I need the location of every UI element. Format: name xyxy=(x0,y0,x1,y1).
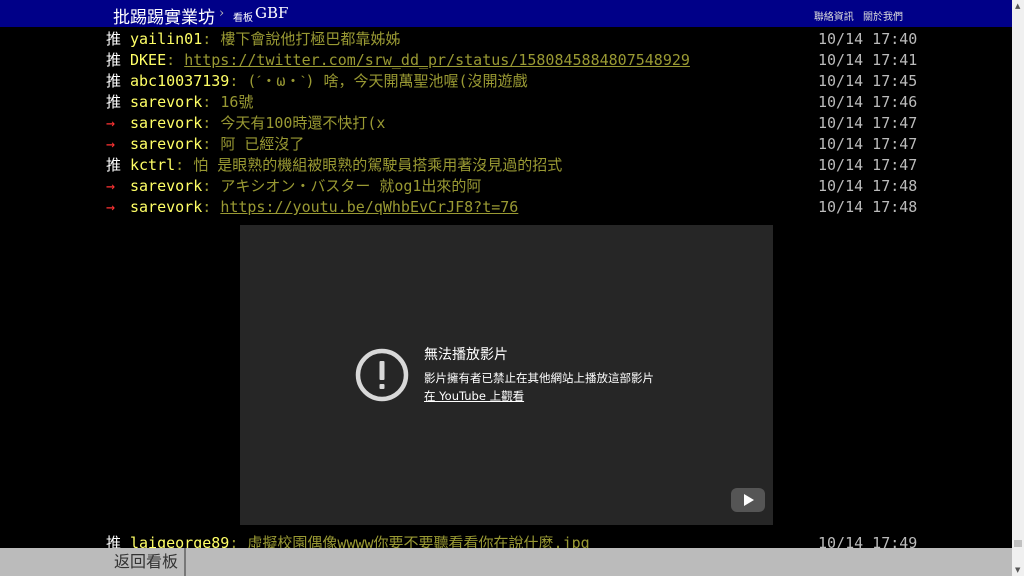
scroll-down-arrow-icon[interactable]: ▼ xyxy=(1015,566,1020,574)
push-tag: → xyxy=(106,198,116,216)
comment-content: 阿 已經沒了 xyxy=(220,135,305,153)
push-tag: 推 xyxy=(106,156,122,174)
comment-user: DKEE xyxy=(130,51,167,69)
about-link[interactable]: 關於我們 xyxy=(863,12,903,23)
push-tag: 推 xyxy=(106,30,122,48)
comment-user-and-content: sarevork: 今天有100時還不快打(x xyxy=(130,114,386,132)
comment-time: 10/14 17:40 xyxy=(818,30,918,48)
comment-user-and-content: DKEE: https://twitter.com/srw_dd_pr/stat… xyxy=(130,51,690,69)
comment-row: → sarevork: 阿 已經沒了 10/14 17:47 xyxy=(0,134,1012,155)
video-error-title: 無法播放影片 xyxy=(424,347,508,363)
push-tag: 推 xyxy=(106,51,122,69)
back-to-board-button[interactable]: 返回看板 xyxy=(108,548,186,576)
site-title-link[interactable]: 批踢踢實業坊 xyxy=(113,3,215,28)
comment-content: アキシオン・バスター 就og1出來的阿 xyxy=(220,177,482,195)
board-name-link[interactable]: GBF xyxy=(255,4,288,22)
push-tag: → xyxy=(106,114,116,132)
video-error-message: 影片擁有者已禁止在其他網站上播放這部影片 xyxy=(424,371,654,385)
comment-row: 推 abc10037139: (ˊ・ω・ˋ) 啥，今天開萬聖池喔(沒開遊戲 10… xyxy=(0,71,1012,92)
top-bar: 批踢踢實業坊 › 看板 GBF 聯絡資訊 關於我們 xyxy=(0,0,1012,28)
comment-content: 16號 xyxy=(220,93,254,111)
push-tag: → xyxy=(106,177,116,195)
comment-user-and-content: yailin01: 樓下會說他打極巴都靠姊姊 xyxy=(130,30,401,48)
comment-user: sarevork xyxy=(130,177,203,195)
comment-content: (ˊ・ω・ˋ) 啥，今天開萬聖池喔(沒開遊戲 xyxy=(247,72,528,90)
bottom-bar: 返回看板 xyxy=(0,548,1012,576)
comment-time: 10/14 17:47 xyxy=(818,114,918,132)
comment-row: 推 yailin01: 樓下會說他打極巴都靠姊姊 10/14 17:40 xyxy=(0,29,1012,50)
watch-on-youtube-link[interactable]: 在 YouTube 上觀看 xyxy=(424,388,524,404)
comment-row: → sarevork: https://youtu.be/qWhbEvCrJF8… xyxy=(0,197,1012,218)
comment-link[interactable]: https://youtu.be/qWhbEvCrJF8?t=76 xyxy=(220,198,518,216)
embedded-video-player[interactable]: 無法播放影片 影片擁有者已禁止在其他網站上播放這部影片 在 YouTube 上觀… xyxy=(240,225,773,525)
push-tag: → xyxy=(106,135,116,153)
comment-time: 10/14 17:41 xyxy=(818,51,918,69)
comment-row: 推 kctrl: 怕 是眼熟的機組被眼熟的駕駛員搭乘用著沒見過的招式 10/14… xyxy=(0,155,1012,176)
comment-row: 推 DKEE: https://twitter.com/srw_dd_pr/st… xyxy=(0,50,1012,71)
comment-user: sarevork xyxy=(130,198,203,216)
comment-time: 10/14 17:45 xyxy=(818,72,918,90)
comment-time: 10/14 17:48 xyxy=(818,177,918,195)
comment-user: sarevork xyxy=(130,135,203,153)
comment-row: 推 sarevork: 16號 10/14 17:46 xyxy=(0,92,1012,113)
comment-row: → sarevork: 今天有100時還不快打(x 10/14 17:47 xyxy=(0,113,1012,134)
comment-link[interactable]: https://twitter.com/srw_dd_pr/status/158… xyxy=(184,51,690,69)
comment-row: → sarevork: アキシオン・バスター 就og1出來的阿 10/14 17… xyxy=(0,176,1012,197)
comment-list: 推 yailin01: 樓下會說他打極巴都靠姊姊 10/14 17:40 推 D… xyxy=(0,29,1012,218)
comment-user-and-content: sarevork: 16號 xyxy=(130,93,254,111)
comment-user: sarevork xyxy=(130,93,203,111)
comment-time: 10/14 17:47 xyxy=(818,156,918,174)
comment-content: 樓下會說他打極巴都靠姊姊 xyxy=(220,30,401,48)
comment-user: kctrl xyxy=(130,156,176,174)
comment-time: 10/14 17:47 xyxy=(818,135,918,153)
comment-user: abc10037139 xyxy=(130,72,230,90)
comment-user-and-content: sarevork: https://youtu.be/qWhbEvCrJF8?t… xyxy=(130,198,519,216)
comment-user-and-content: sarevork: 阿 已經沒了 xyxy=(130,135,305,153)
comment-user-and-content: abc10037139: (ˊ・ω・ˋ) 啥，今天開萬聖池喔(沒開遊戲 xyxy=(130,72,528,90)
comment-user: yailin01 xyxy=(130,30,203,48)
page-scrollbar[interactable]: ▲ ▼ xyxy=(1012,0,1024,576)
comment-time: 10/14 17:48 xyxy=(818,198,918,216)
contact-link[interactable]: 聯絡資訊 xyxy=(814,12,854,23)
comment-content: 今天有100時還不快打(x xyxy=(220,114,386,132)
push-tag: 推 xyxy=(106,72,122,90)
comment-user: sarevork xyxy=(130,114,203,132)
scroll-up-arrow-icon[interactable]: ▲ xyxy=(1015,2,1020,10)
breadcrumb-arrow-icon: › xyxy=(219,6,225,21)
board-label: 看板 xyxy=(233,13,253,24)
exclamation-circle-icon xyxy=(355,348,409,402)
top-links: 聯絡資訊 關於我們 xyxy=(808,8,903,23)
scrollbar-thumb[interactable] xyxy=(1014,540,1022,547)
comment-user-and-content: sarevork: アキシオン・バスター 就og1出來的阿 xyxy=(130,177,482,195)
push-tag: 推 xyxy=(106,93,122,111)
comment-time: 10/14 17:46 xyxy=(818,93,918,111)
comment-content: 怕 是眼熟的機組被眼熟的駕駛員搭乘用著沒見過的招式 xyxy=(193,156,563,174)
comment-user-and-content: kctrl: 怕 是眼熟的機組被眼熟的駕駛員搭乘用著沒見過的招式 xyxy=(130,156,563,174)
youtube-logo-icon[interactable] xyxy=(731,488,765,512)
